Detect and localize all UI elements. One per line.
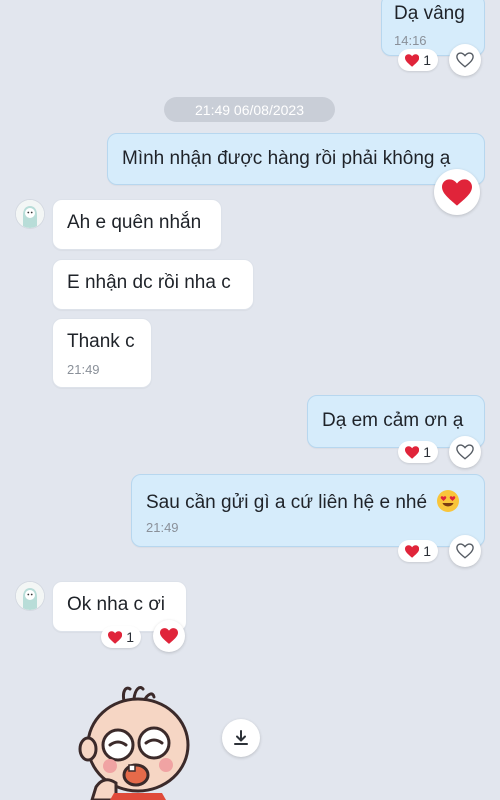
reaction-count-badge[interactable]: 1 (398, 441, 438, 463)
reaction-heart-button[interactable] (434, 169, 480, 215)
react-button[interactable] (449, 44, 481, 76)
avatar-icon[interactable] (16, 200, 44, 228)
message-text: Sau cần gửi gì a cứ liên hệ e nhé (146, 492, 428, 513)
message-text: Dạ vâng (394, 3, 465, 24)
heart-icon (405, 544, 420, 558)
baby-sticker-icon (78, 686, 190, 800)
message-bubble-incoming[interactable]: Thank c 21:49 (52, 318, 152, 388)
download-button[interactable] (222, 719, 260, 757)
reaction-count-badge[interactable]: 1 (398, 540, 438, 562)
react-button[interactable] (153, 620, 185, 652)
message-text: Ok nha c ơi (67, 594, 165, 615)
message-text: Mình nhận được hàng rồi phải không ạ (122, 148, 451, 169)
message-text: Dạ em cảm ơn ạ (322, 410, 464, 431)
heart-icon (405, 53, 420, 67)
avatar-icon[interactable] (16, 582, 44, 610)
message-bubble-outgoing[interactable]: Sau cần gửi gì a cứ liên hệ e nhé 21:49 (131, 474, 485, 547)
reaction-count-badge[interactable]: 1 (398, 49, 438, 71)
message-time: 21:49 (146, 520, 179, 535)
heart-outline-icon (456, 543, 474, 559)
react-button[interactable] (449, 535, 481, 567)
message-bubble-outgoing[interactable]: Mình nhận được hàng rồi phải không ạ (107, 133, 485, 185)
message-bubble-incoming[interactable]: E nhận dc rồi nha c (52, 259, 254, 310)
react-button[interactable] (449, 436, 481, 468)
heart-eyes-emoji-icon (437, 490, 460, 512)
avatar-icon (16, 200, 44, 228)
heart-icon (442, 178, 472, 206)
reaction-count-badge[interactable]: 1 (101, 626, 141, 648)
heart-icon (160, 628, 178, 644)
heart-icon (108, 630, 123, 644)
reaction-count: 1 (423, 52, 431, 68)
message-bubble-incoming[interactable]: Ah e quên nhắn (52, 199, 222, 250)
heart-icon (405, 445, 420, 459)
heart-outline-icon (456, 52, 474, 68)
message-text: Ah e quên nhắn (67, 212, 202, 233)
message-time: 21:49 (67, 362, 100, 377)
reaction-count: 1 (423, 444, 431, 460)
message-text: E nhận dc rồi nha c (67, 272, 231, 293)
download-icon (234, 730, 248, 745)
message-text: Thank c (67, 331, 135, 352)
avatar-icon (16, 582, 44, 610)
date-separator: 21:49 06/08/2023 (164, 97, 335, 122)
reaction-count: 1 (423, 543, 431, 559)
reaction-count: 1 (126, 629, 134, 645)
heart-outline-icon (456, 444, 474, 460)
